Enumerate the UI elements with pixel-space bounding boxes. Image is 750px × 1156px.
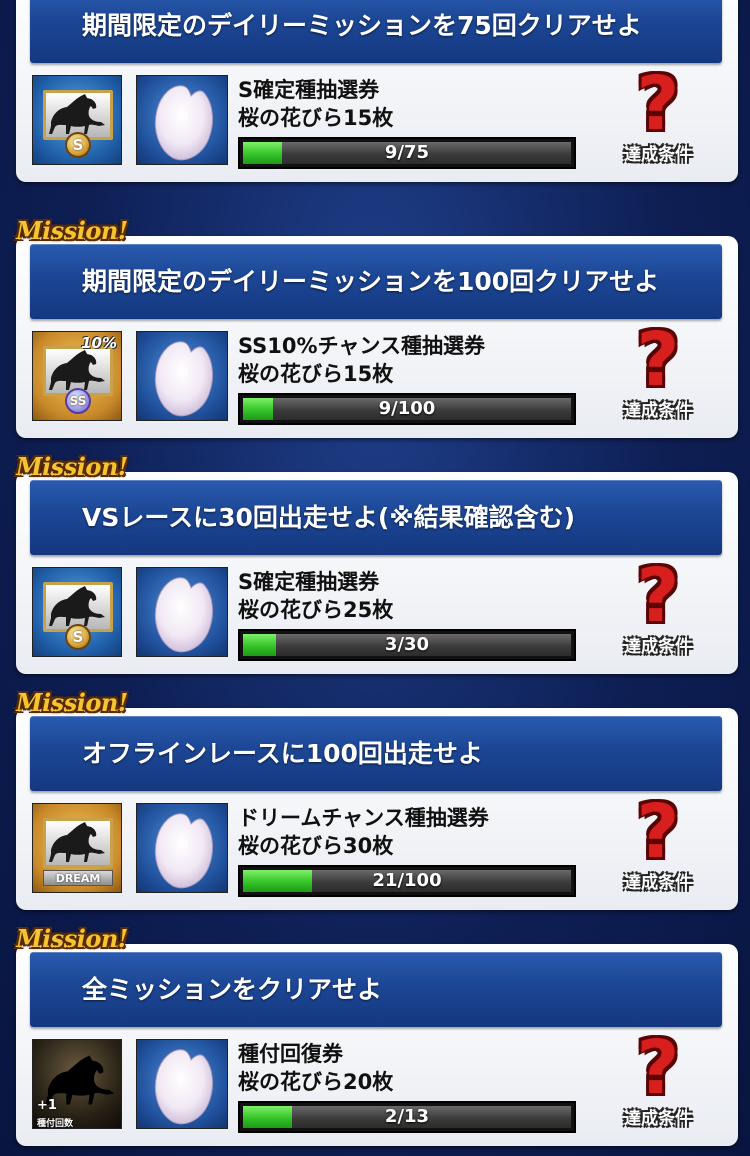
progress-bar: 9/100 — [238, 393, 576, 425]
sakura-petal-icon — [136, 567, 228, 657]
progress-text: 9/75 — [384, 142, 430, 163]
progress-bar: 3/30 — [238, 629, 576, 661]
question-mark-icon: ? — [636, 317, 680, 403]
plus-one-text: +1 — [37, 1098, 57, 1113]
ten-percent-label: 10% — [81, 334, 117, 352]
mission-tag: Mission! — [16, 216, 128, 245]
condition-label: 達成条件 — [624, 637, 692, 657]
reward-ticket-name: ドリームチャンス種抽選券 — [238, 806, 489, 830]
ss-rank-badge-icon: SS — [65, 388, 91, 414]
condition-label: 達成条件 — [624, 1109, 692, 1129]
reward-ticket-name: S確定種抽選券 — [238, 78, 380, 102]
s-rank-badge-icon: S — [65, 132, 91, 158]
mission-card: Mission! オフラインレースに100回出走せよ DREAM ドリームチャンス種抽… — [16, 688, 738, 910]
question-mark-icon: ? — [636, 1025, 680, 1111]
horse-silhouette-icon — [47, 820, 109, 864]
mission-tag: Mission! — [16, 924, 128, 953]
progress-text: 9/100 — [378, 398, 436, 419]
reward-petals: 桜の花びら20枚 — [238, 1070, 394, 1094]
reward-petals: 桜の花びら30枚 — [238, 834, 394, 858]
mission-title-bar: 期間限定のデイリーミッションを75回クリアせよ — [30, 0, 722, 63]
achievement-condition-button[interactable]: ? 達成条件 — [608, 1028, 708, 1134]
question-mark-icon: ? — [636, 553, 680, 639]
mission-title: 期間限定のデイリーミッションを100回クリアせよ — [82, 267, 660, 296]
ss10-ticket-icon: SS 10% — [32, 331, 122, 421]
achievement-condition-button[interactable]: ? 達成条件 — [608, 792, 708, 898]
mission-card: 期間限定のデイリーミッションを75回クリアせよ S S確定種抽選券 桜の花びら15枚 9… — [16, 0, 738, 182]
question-mark-icon: ? — [636, 789, 680, 875]
horse-silhouette-icon — [47, 92, 109, 136]
mission-tag: Mission! — [16, 452, 128, 481]
progress-bar: 9/75 — [238, 137, 576, 169]
dream-ticket-icon: DREAM — [32, 803, 122, 893]
achievement-condition-button[interactable]: ? 達成条件 — [608, 556, 708, 662]
reward-petals: 桜の花びら15枚 — [238, 362, 394, 386]
s-ticket-icon: S — [32, 567, 122, 657]
progress-text: 2/13 — [384, 1106, 430, 1127]
s-rank-badge-icon: S — [65, 624, 91, 650]
reward-petals: 桜の花びら25枚 — [238, 598, 394, 622]
mission-card: Mission! 期間限定のデイリーミッションを100回クリアせよ SS 10% SS1… — [16, 216, 738, 438]
dream-label: DREAM — [43, 870, 113, 886]
mission-card: Mission! VSレースに30回出走せよ(※結果確認含む) S S確定種抽選券 桜の… — [16, 452, 738, 674]
mission-tag: Mission! — [16, 688, 128, 717]
condition-label: 達成条件 — [624, 401, 692, 421]
reward-petals: 桜の花びら15枚 — [238, 106, 394, 130]
progress-text: 3/30 — [384, 634, 430, 655]
mission-title-bar: 期間限定のデイリーミッションを100回クリアせよ — [30, 244, 722, 319]
s-ticket-icon: S — [32, 75, 122, 165]
mission-title-bar: オフラインレースに100回出走せよ — [30, 716, 722, 791]
condition-label: 達成条件 — [624, 873, 692, 893]
achievement-condition-button[interactable]: ? 達成条件 — [608, 320, 708, 426]
condition-label: 達成条件 — [624, 145, 692, 165]
horse-silhouette-icon — [47, 584, 109, 628]
mission-title-bar: 全ミッションをクリアせよ — [30, 952, 722, 1027]
progress-text: 21/100 — [372, 870, 442, 891]
achievement-condition-button[interactable]: ? 達成条件 — [608, 64, 708, 170]
mission-title-bar: VSレースに30回出走せよ(※結果確認含む) — [30, 480, 722, 555]
reward-ticket-name: S確定種抽選券 — [238, 570, 380, 594]
reward-ticket-name: SS10%チャンス種抽選券 — [238, 334, 485, 358]
sakura-petal-icon — [136, 803, 228, 893]
sakura-petal-icon — [136, 331, 228, 421]
mission-card: Mission! 全ミッションをクリアせよ +1 種付回数 種付回復券桜の花びら20枚 2… — [16, 924, 738, 1146]
breeding-recovery-ticket-icon: +1 種付回数 — [32, 1039, 122, 1129]
question-mark-icon: ? — [636, 61, 680, 147]
sakura-petal-icon — [136, 75, 228, 165]
mission-title: VSレースに30回出走せよ(※結果確認含む) — [82, 503, 576, 532]
progress-bar: 21/100 — [238, 865, 576, 897]
sakura-petal-icon — [136, 1039, 228, 1129]
mission-title: 期間限定のデイリーミッションを75回クリアせよ — [82, 11, 642, 40]
mission-title: オフラインレースに100回出走せよ — [82, 739, 483, 768]
horse-silhouette-icon — [47, 348, 109, 392]
mission-title: 全ミッションをクリアせよ — [82, 975, 383, 1004]
breeding-count-label: 種付回数 — [37, 1119, 74, 1129]
progress-bar: 2/13 — [238, 1101, 576, 1133]
reward-ticket-name: 種付回復券 — [238, 1042, 343, 1066]
